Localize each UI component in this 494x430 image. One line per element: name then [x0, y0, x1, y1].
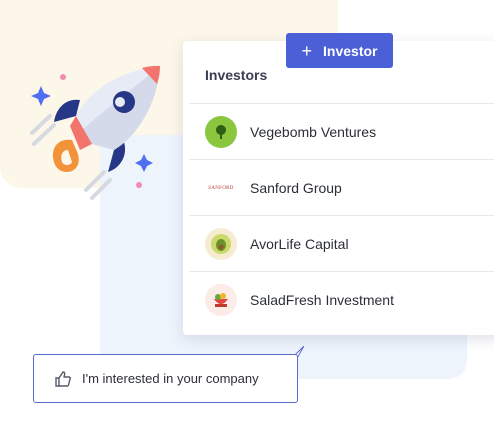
investor-name: AvorLife Capital — [250, 236, 349, 252]
investor-name: Vegebomb Ventures — [250, 124, 377, 140]
investor-row-vegebomb[interactable]: Vegebomb Ventures — [189, 103, 494, 160]
interested-label: I'm interested in your company — [82, 371, 259, 386]
investor-row-avorlife[interactable]: AvorLife Capital — [189, 215, 494, 272]
saladfresh-logo-icon — [205, 284, 237, 316]
plus-icon: + — [301, 40, 313, 61]
thumbs-up-icon — [55, 370, 71, 387]
investor-name: Sanford Group — [250, 180, 342, 196]
card-title: Investors — [205, 67, 268, 83]
investors-card: Investors Vegebomb Ventures SANFORD Sanf… — [183, 41, 494, 335]
add-investor-label: Investor — [323, 42, 378, 59]
interested-button[interactable]: I'm interested in your company — [33, 354, 298, 403]
investor-row-saladfresh[interactable]: SaladFresh Investment — [189, 271, 494, 328]
sanford-logo-icon: SANFORD — [205, 172, 237, 204]
dot-icon — [60, 74, 66, 80]
vegebomb-logo-icon — [205, 116, 237, 148]
sparkle-icon — [31, 86, 51, 106]
investor-name: SaladFresh Investment — [250, 292, 394, 308]
avorlife-logo-icon — [205, 228, 237, 260]
rocket-illustration — [30, 66, 160, 200]
dot-icon — [136, 182, 142, 188]
sparkle-icon — [135, 154, 153, 172]
investor-row-sanford[interactable]: SANFORD Sanford Group — [189, 159, 494, 216]
add-investor-button[interactable]: + Investor — [286, 33, 393, 68]
